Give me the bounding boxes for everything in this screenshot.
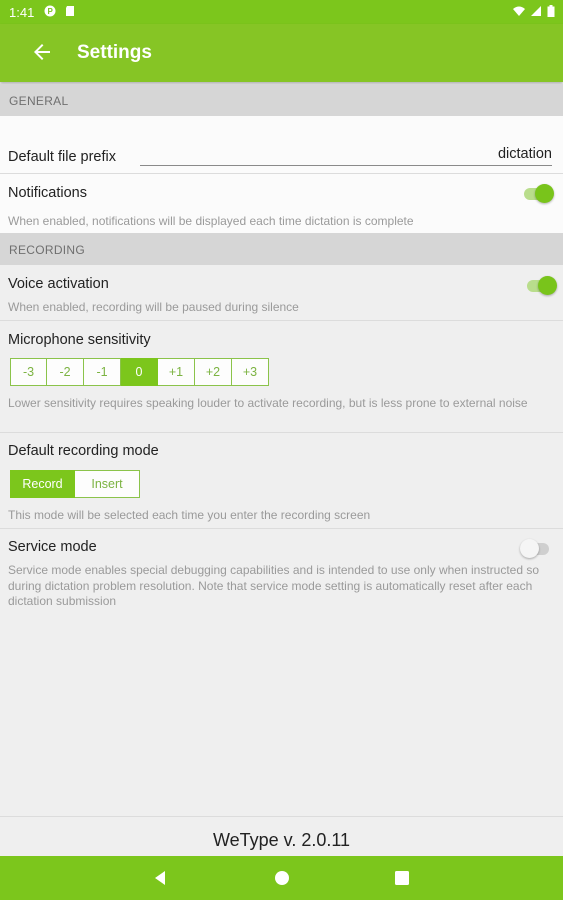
status-time: 1:41 [9, 5, 35, 20]
navigation-bar [0, 856, 563, 900]
notifications-toggle[interactable] [523, 184, 554, 204]
page-title: Settings [77, 42, 152, 63]
signal-icon [531, 6, 541, 16]
service-mode-label: Service mode [8, 539, 97, 555]
notifications-label: Notifications [8, 185, 87, 201]
sd-card-icon [66, 6, 74, 16]
recording-mode-selector: Record Insert [10, 470, 140, 498]
mic-sensitivity-option[interactable]: +1 [158, 358, 195, 386]
section-header-general: GENERAL [0, 84, 563, 116]
microphone-sensitivity-row: Microphone sensitivity -3 -2 -1 0 +1 +2 +3 Low… [0, 321, 563, 432]
notification-icon: P [44, 5, 56, 17]
file-prefix-input[interactable]: dictation [140, 146, 552, 166]
service-mode-row[interactable]: Service mode Service mode enables specia… [0, 529, 563, 614]
service-mode-toggle[interactable] [520, 539, 550, 559]
app-version-label: WeType v. 2.0.11 [212, 830, 351, 850]
status-bar: 1:41 P [0, 0, 563, 24]
mic-sensitivity-option[interactable]: +2 [195, 358, 232, 386]
voice-activation-toggle[interactable] [526, 276, 557, 296]
mic-sensitivity-description: Lower sensitivity requires speaking loud… [8, 396, 528, 410]
wifi-icon [513, 6, 525, 16]
divider [0, 816, 563, 817]
section-header-recording: RECORDING [0, 233, 563, 265]
recording-mode-option[interactable]: Insert [75, 470, 140, 498]
voice-activation-description: When enabled, recording will be paused d… [8, 300, 299, 314]
nav-back-icon[interactable] [151, 868, 171, 888]
mic-sensitivity-option[interactable]: 0 [121, 358, 158, 386]
nav-recents-icon[interactable] [392, 868, 412, 888]
mic-sensitivity-selector: -3 -2 -1 0 +1 +2 +3 [10, 358, 269, 386]
recording-mode-row: Default recording mode Record Insert This… [0, 433, 563, 528]
mic-sensitivity-option[interactable]: -2 [47, 358, 84, 386]
section-general-label: GENERAL [9, 94, 69, 108]
file-prefix-label: Default file prefix [8, 149, 116, 165]
battery-icon [547, 5, 555, 17]
recording-mode-label: Default recording mode [8, 443, 159, 459]
app-bar: Settings [0, 24, 563, 82]
back-arrow-icon[interactable] [30, 40, 54, 64]
mic-sensitivity-option[interactable]: +3 [232, 358, 269, 386]
voice-activation-label: Voice activation [8, 276, 109, 292]
svg-text:P: P [48, 7, 54, 16]
voice-activation-row[interactable]: Voice activation When enabled, recording… [0, 265, 563, 320]
section-recording-label: RECORDING [9, 243, 86, 257]
notifications-row[interactable]: Notifications When enabled, notification… [0, 174, 563, 233]
nav-home-icon[interactable] [272, 868, 292, 888]
recording-mode-option[interactable]: Record [10, 470, 75, 498]
mic-sensitivity-label: Microphone sensitivity [8, 332, 151, 348]
recording-mode-description: This mode will be selected each time you… [8, 508, 371, 522]
mic-sensitivity-option[interactable]: -1 [84, 358, 121, 386]
mic-sensitivity-option[interactable]: -3 [10, 358, 47, 386]
notifications-description: When enabled, notifications will be disp… [8, 214, 414, 228]
service-mode-description: Service mode enables special debugging c… [8, 563, 540, 608]
